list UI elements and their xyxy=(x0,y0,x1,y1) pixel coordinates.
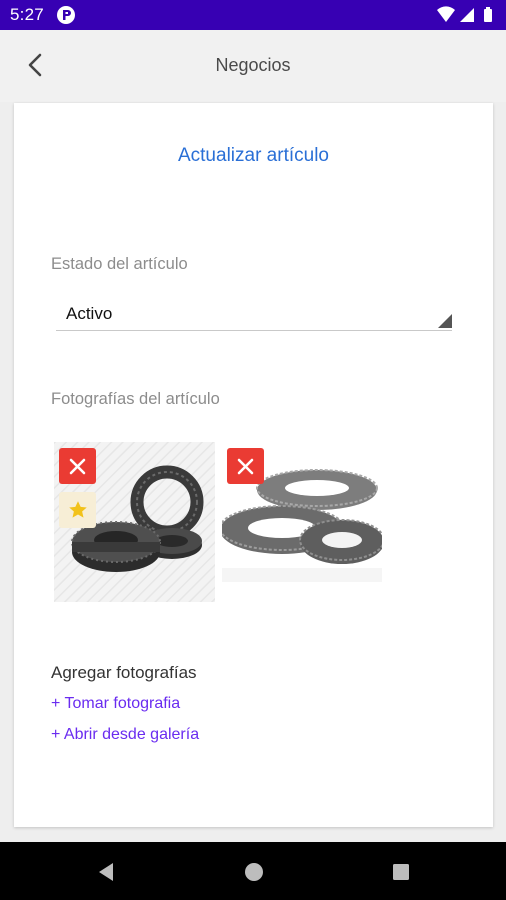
status-label: Estado del artículo xyxy=(51,255,188,273)
page-title: Negocios xyxy=(215,55,291,75)
photo-tile-2[interactable] xyxy=(222,442,382,582)
form-title: Actualizar artículo xyxy=(177,145,329,166)
nav-recents-button[interactable] xyxy=(390,861,412,883)
form-card: Actualizar artículo Estado del artículo … xyxy=(14,103,493,827)
status-select-value: Activo xyxy=(66,304,113,323)
status-icons xyxy=(436,6,498,24)
open-gallery-link[interactable]: + Abrir desde galería xyxy=(51,726,199,744)
app-notification-icon xyxy=(57,6,75,24)
take-photo-link[interactable]: + Tomar fotografia xyxy=(51,695,180,713)
nav-back-button[interactable] xyxy=(95,861,117,883)
dropdown-arrow-icon xyxy=(438,314,452,328)
close-icon xyxy=(237,458,254,475)
add-photos-title: Agregar fotografías xyxy=(51,663,197,682)
main-photo-badge[interactable] xyxy=(59,492,96,528)
photos-label: Fotografías del artículo xyxy=(51,390,220,408)
signal-icon xyxy=(460,8,474,22)
recents-square-icon xyxy=(393,864,409,880)
nav-home-button[interactable] xyxy=(243,861,265,883)
status-time: 5:27 xyxy=(10,5,44,24)
system-nav-bar xyxy=(0,842,506,900)
battery-icon xyxy=(484,7,492,22)
wifi-icon xyxy=(437,6,455,23)
remove-photo-button[interactable] xyxy=(59,448,96,484)
home-circle-icon xyxy=(245,863,263,881)
app-bar: Negocios xyxy=(0,30,506,102)
remove-photo-button[interactable] xyxy=(227,448,264,484)
back-triangle-icon xyxy=(99,863,113,881)
close-icon xyxy=(69,458,86,475)
status-select[interactable]: Activo xyxy=(56,300,452,331)
status-bar: 5:27 xyxy=(0,0,506,30)
star-icon xyxy=(69,501,87,518)
photo-tile-1[interactable] xyxy=(54,442,215,602)
